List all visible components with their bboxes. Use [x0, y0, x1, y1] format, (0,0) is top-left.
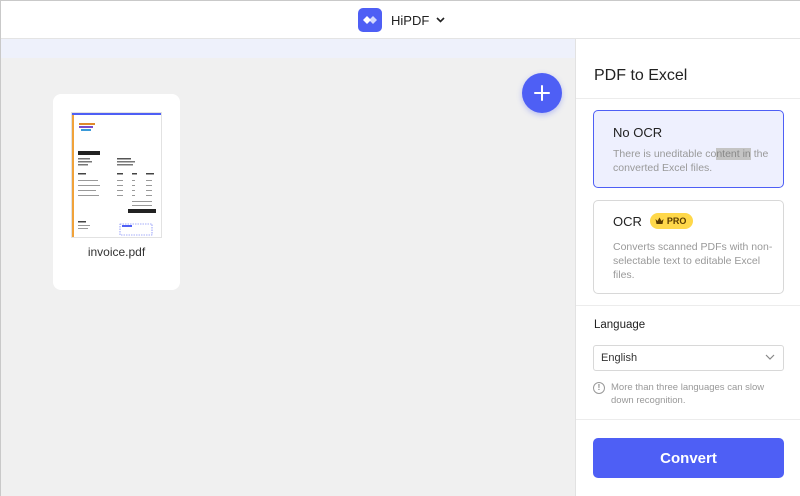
divider [576, 305, 800, 306]
file-name: invoice.pdf [87, 245, 146, 259]
option-description: Converts scanned PDFs with non-selectabl… [613, 241, 773, 281]
language-select[interactable]: English [593, 345, 784, 371]
sub-header-strip [1, 39, 575, 58]
option-title: OCR [613, 213, 642, 229]
chevron-down-icon[interactable] [436, 17, 445, 23]
add-file-button[interactable] [522, 73, 562, 113]
panel-title: PDF to Excel [594, 67, 688, 84]
plus-icon [533, 84, 551, 102]
option-title-row: OCR PRO [613, 213, 694, 229]
language-value: English [601, 352, 638, 364]
language-note-text: More than three languages can slow down … [611, 382, 765, 406]
no-ocr-option[interactable]: No OCR There is uneditable content in th… [593, 110, 784, 188]
crown-icon [655, 217, 664, 225]
chevron-down-icon [765, 354, 775, 360]
ocr-option[interactable]: OCR PRO Converts scanned PDFs with non-s… [593, 200, 784, 294]
convert-button[interactable]: Convert [593, 438, 784, 478]
conversion-panel: PDF to Excel No OCR There is uneditable … [575, 39, 800, 496]
hipdf-logo-icon [358, 8, 382, 32]
divider [576, 419, 800, 420]
app-switcher[interactable]: HiPDF [358, 8, 445, 32]
option-title: No OCR [613, 125, 663, 140]
top-bar: HiPDF [1, 1, 800, 39]
info-icon: ! [593, 382, 605, 394]
option-description: There is uneditable content in the conve… [613, 148, 769, 174]
divider [576, 98, 800, 99]
app-name: HiPDF [391, 12, 430, 28]
pro-badge: PRO [649, 213, 694, 229]
language-label: Language [594, 319, 646, 331]
invoice-thumbnail [71, 112, 162, 238]
file-card[interactable]: invoice.pdf [53, 94, 180, 290]
